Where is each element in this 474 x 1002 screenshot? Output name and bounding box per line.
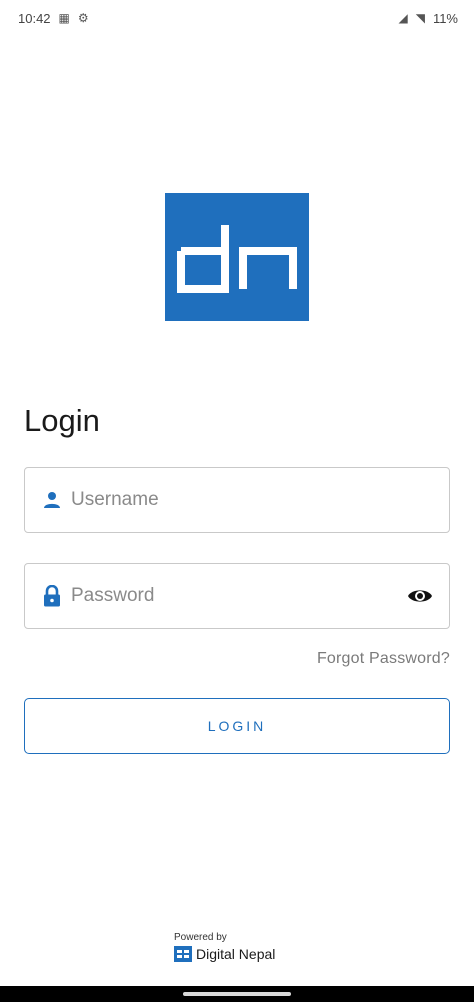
- app-logo: [165, 193, 309, 321]
- digital-nepal-logo-icon: [174, 946, 192, 962]
- status-left: 10:42 ▦ ⚙: [18, 11, 89, 26]
- status-right: ◢ ◥ 11%: [398, 11, 458, 26]
- eye-icon[interactable]: [405, 581, 435, 611]
- powered-by-footer: Powered by Digital Nepal: [174, 932, 314, 962]
- lock-icon: [41, 585, 63, 607]
- page-title: Login: [24, 403, 100, 438]
- username-input[interactable]: [71, 489, 435, 511]
- home-handle[interactable]: [183, 992, 291, 996]
- signal-icon: ◢: [398, 11, 408, 25]
- status-time: 10:42: [18, 10, 51, 26]
- settings-icon: ⚙: [77, 11, 89, 25]
- battery-level: 11%: [432, 10, 458, 26]
- password-input[interactable]: [71, 585, 405, 607]
- username-field[interactable]: [24, 467, 450, 533]
- dn-logo-icon: [177, 225, 297, 293]
- login-button[interactable]: LOGIN: [24, 698, 450, 754]
- person-icon: [41, 489, 63, 511]
- status-bar: 10:42 ▦ ⚙ ◢ ◥ 11%: [0, 0, 474, 36]
- forgot-password-link[interactable]: Forgot Password?: [317, 650, 450, 668]
- password-field[interactable]: [24, 563, 450, 629]
- powered-by-label: Powered by: [174, 932, 227, 943]
- wifi-icon: ◥: [415, 11, 425, 25]
- powered-brand: Digital Nepal: [174, 946, 314, 962]
- navigation-bar: [0, 986, 474, 1002]
- brand-name: Digital Nepal: [196, 946, 276, 962]
- notification-icon: ▦: [58, 11, 70, 25]
